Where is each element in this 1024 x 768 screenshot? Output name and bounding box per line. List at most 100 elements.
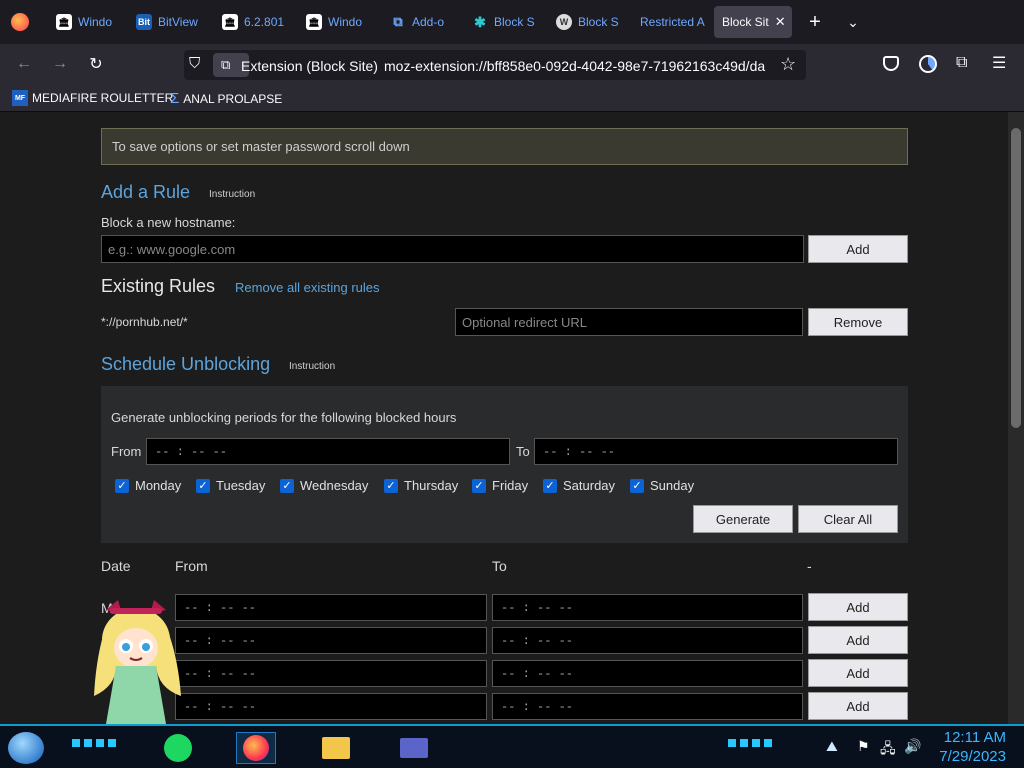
schedule-description: Generate unblocking periods for the foll… [111,410,457,425]
museum-icon: 🏛 [222,14,238,30]
period-add-button[interactable]: Add [808,659,908,687]
clock-date: 7/29/2023 [939,748,1006,765]
file-explorer-icon[interactable] [316,732,356,764]
period-to-input[interactable]: -- : -- -- [492,660,803,687]
tracking-shield-icon[interactable]: ⛉ [189,55,207,73]
volume-icon[interactable]: 🔊 [904,738,921,755]
flag-icon[interactable]: ⚑ [857,738,870,755]
new-tab-icon[interactable]: + [805,10,825,34]
url-text[interactable]: moz-extension://bff858e0-092d-4042-98e7-… [384,58,774,74]
period-from-input[interactable]: -- : -- -- [175,627,487,654]
clock-time: 12:11 AM [943,729,1006,746]
tab-strip: 🏛 Windo Bit BitView 🏛 6.2.801 🏛 Windo ⧉ … [0,0,1024,44]
period-from-input[interactable]: -- : -- -- [175,660,487,687]
periods-header-from: From [175,558,208,574]
tab-2[interactable]: 🏛 6.2.801 [214,6,290,38]
tab-3[interactable]: 🏛 Windo [298,6,374,38]
add-rule-instruction[interactable]: Instruction [209,189,255,200]
firefox-menu-icon[interactable] [11,13,29,31]
extension-status-icon[interactable] [919,55,937,73]
checkbox-checked-icon[interactable]: ✓ [384,478,398,493]
schedule-to-input[interactable]: -- : -- -- [534,438,898,465]
sigma-icon: Σ [170,90,180,107]
firefox-taskbar-icon[interactable] [236,732,276,764]
schedule-from-input[interactable]: -- : -- -- [146,438,510,465]
tab-0[interactable]: 🏛 Windo [48,6,120,38]
network-icon[interactable]: 🖧 [880,738,896,762]
checkbox-checked-icon[interactable]: ✓ [280,478,294,493]
day-friday[interactable]: ✓ Friday [472,478,528,493]
clear-all-button[interactable]: Clear All [798,505,898,533]
tab-1[interactable]: Bit BitView [128,6,206,38]
museum-icon: 🏛 [56,14,72,30]
museum-icon: 🏛 [306,14,322,30]
scrollbar-thumb[interactable] [1011,128,1021,428]
back-arrow-icon[interactable]: ← [10,50,38,78]
checkbox-checked-icon[interactable]: ✓ [630,478,644,493]
to-label: To [516,444,530,459]
period-from-input[interactable]: -- : -- -- [175,693,487,720]
period-add-button[interactable]: Add [808,593,908,621]
add-rule-button[interactable]: Add [808,235,908,263]
bookmark-anal-prolapse[interactable]: Σ ANAL PROLAPSE [170,90,282,107]
hostname-input[interactable]: e.g.: www.google.com [101,235,804,263]
wiki-icon: W [556,14,572,30]
start-orb-icon[interactable] [8,732,44,764]
period-add-button[interactable]: Add [808,626,908,654]
remove-all-rules-link[interactable]: Remove all existing rules [235,280,380,295]
day-saturday[interactable]: ✓ Saturday [543,478,615,493]
tab-4[interactable]: ⧉ Add-o [382,6,458,38]
period-add-button[interactable]: Add [808,692,908,720]
hamburger-menu-icon[interactable]: ☰ [992,53,1006,73]
day-wednesday[interactable]: ✓ Wednesday [280,478,368,493]
generate-button[interactable]: Generate [693,505,793,533]
periods-header-to: To [492,558,507,574]
bookmark-star-icon[interactable]: ☆ [780,54,796,75]
periods-header-dash: - [807,558,812,574]
schedule-instruction[interactable]: Instruction [289,361,335,372]
day-thursday[interactable]: ✓ Thursday [384,478,458,493]
puzzle-icon: ⧉ [393,14,403,29]
page-scrollbar[interactable] [1008,112,1024,724]
day-sunday[interactable]: ✓ Sunday [630,478,694,493]
extension-chip-label: Extension (Block Site) [241,58,378,74]
checkbox-checked-icon[interactable]: ✓ [115,478,129,493]
bookmarks-bar: MF MEDIAFIRE ROULETTER Σ ANAL PROLAPSE [0,84,1024,112]
close-tab-icon[interactable]: ✕ [775,14,786,30]
save-options-notice: To save options or set master password s… [101,128,908,165]
reload-icon[interactable]: ↻ [82,50,110,78]
mediafire-icon: MF [12,90,28,106]
bitview-icon: Bit [136,14,152,30]
forward-arrow-icon[interactable]: → [46,50,74,78]
day-monday[interactable]: ✓ Monday [115,478,181,493]
rule-pattern: *://pornhub.net/* [101,315,188,329]
bookmark-mediafire[interactable]: MF MEDIAFIRE ROULETTER [12,90,173,106]
notes-app-icon[interactable] [158,732,198,764]
taskbar: ⛰ ⚑ 🖧 🔊 12:11 AM 7/29/2023 [0,724,1024,768]
checkbox-checked-icon[interactable]: ✓ [543,478,557,493]
period-from-input[interactable]: -- : -- -- [175,594,487,621]
period-to-input[interactable]: -- : -- -- [492,627,803,654]
add-rule-heading: Add a Rule [101,182,191,202]
tab-active[interactable]: Block Sit ✕ [714,6,792,38]
system-clock[interactable]: 12:11 AM 7/29/2023 [939,728,1006,766]
redirect-url-input[interactable]: Optional redirect URL [455,308,803,336]
checkbox-checked-icon[interactable]: ✓ [196,478,210,493]
periods-header-date: Date [101,558,131,574]
tab-7[interactable]: Restricted A [632,6,708,38]
puzzle-icon: ⧉ [221,57,231,72]
taskbar-decoration [72,739,116,747]
tray-pin-icon[interactable]: ⛰ [826,738,838,755]
remove-rule-button[interactable]: Remove [808,308,908,336]
tab-6[interactable]: W Block S [548,6,626,38]
checkbox-checked-icon[interactable]: ✓ [472,478,486,493]
window-app-icon[interactable] [394,732,434,764]
day-tuesday[interactable]: ✓ Tuesday [196,478,265,493]
period-to-input[interactable]: -- : -- -- [492,594,803,621]
period-to-input[interactable]: -- : -- -- [492,693,803,720]
extensions-puzzle-icon[interactable]: ⧉ [956,54,967,72]
tab-list-chevron-icon[interactable]: ⌄ [843,10,863,34]
cartoon-character-sticker [94,600,181,724]
tab-5[interactable]: ✱ Block S [464,6,542,38]
from-label: From [111,444,142,459]
